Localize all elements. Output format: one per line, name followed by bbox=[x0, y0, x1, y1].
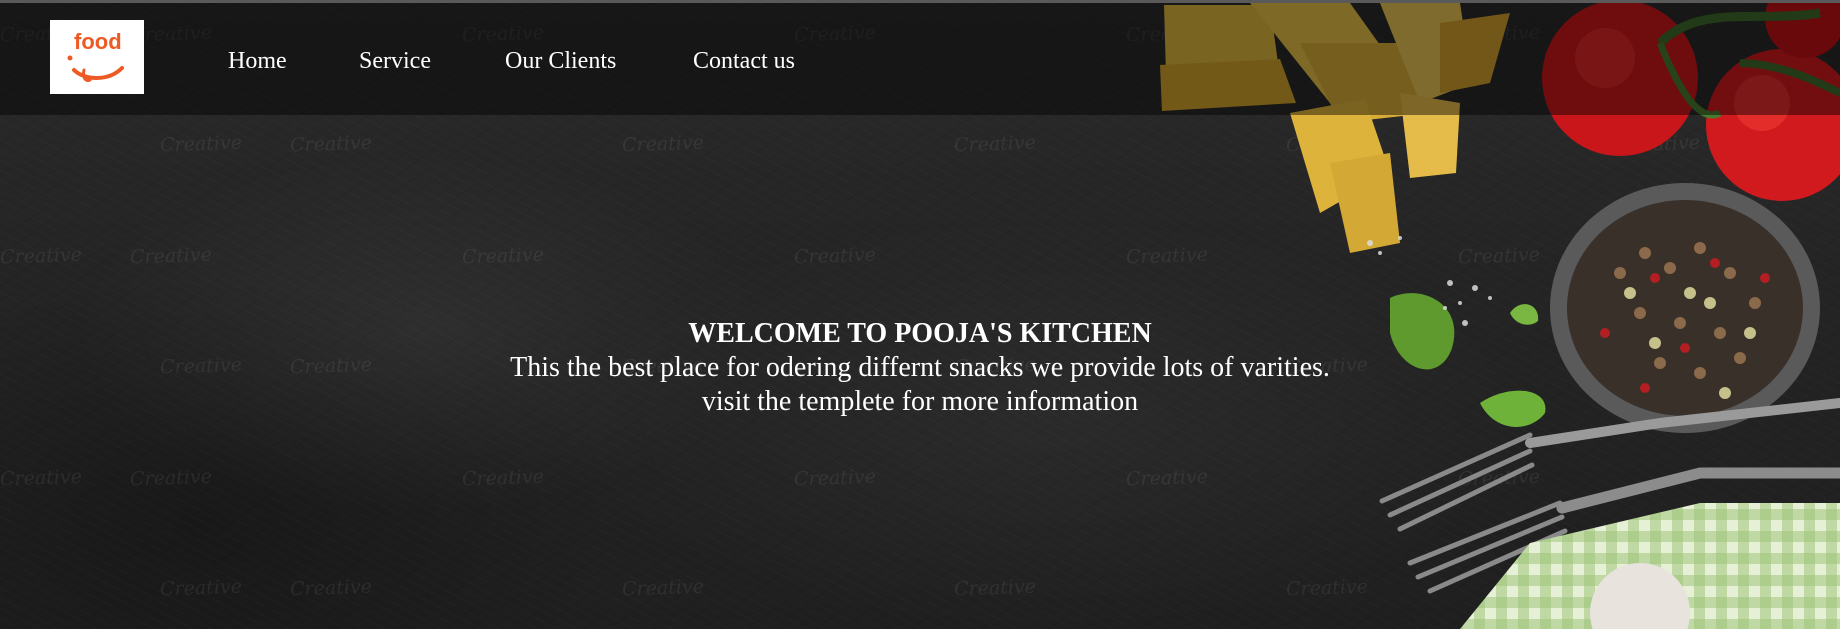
watermark-text: Creative bbox=[0, 243, 83, 269]
hero-description: This the best place for odering differnt… bbox=[510, 352, 1330, 383]
hero-text-block: WELCOME TO POOJA'S KITCHEN This the best… bbox=[0, 317, 1840, 419]
food-logo-icon bbox=[67, 55, 124, 82]
hero-banner: Creative Creative Creative Creative Creative… bbox=[0, 3, 1840, 629]
watermark-text: Creative bbox=[621, 131, 705, 157]
navbar: food Home Service Our Clients Contact us bbox=[0, 3, 1840, 115]
watermark-text: Creative bbox=[461, 465, 545, 491]
watermark-text: Creative bbox=[461, 243, 545, 269]
hero-title: WELCOME TO POOJA'S KITCHEN bbox=[688, 318, 1152, 349]
watermark-text: Creative bbox=[621, 575, 705, 601]
watermark-text: Creative bbox=[953, 575, 1037, 601]
watermark-text: Creative bbox=[159, 131, 243, 157]
watermark-text: Creative bbox=[289, 131, 373, 157]
watermark-text: Creative bbox=[129, 243, 213, 269]
watermark-text: Creative bbox=[129, 465, 213, 491]
nav-contact-us[interactable]: Contact us bbox=[693, 47, 795, 75]
watermark-text: Creative bbox=[953, 131, 1037, 157]
nav-our-clients[interactable]: Our Clients bbox=[505, 47, 616, 75]
nav-service[interactable]: Service bbox=[359, 47, 431, 75]
watermark-text: Creative bbox=[159, 575, 243, 601]
watermark-text: Creative bbox=[793, 465, 877, 491]
hero-info-line: visit the templete for more information bbox=[701, 386, 1139, 417]
watermark-text: Creative bbox=[289, 575, 373, 601]
watermark-text: Creative bbox=[0, 465, 83, 491]
nav-home[interactable]: Home bbox=[228, 47, 287, 75]
page-bottom-edge bbox=[0, 629, 1840, 633]
watermark-text: Creative bbox=[793, 243, 877, 269]
food-logo[interactable]: food bbox=[50, 20, 144, 94]
